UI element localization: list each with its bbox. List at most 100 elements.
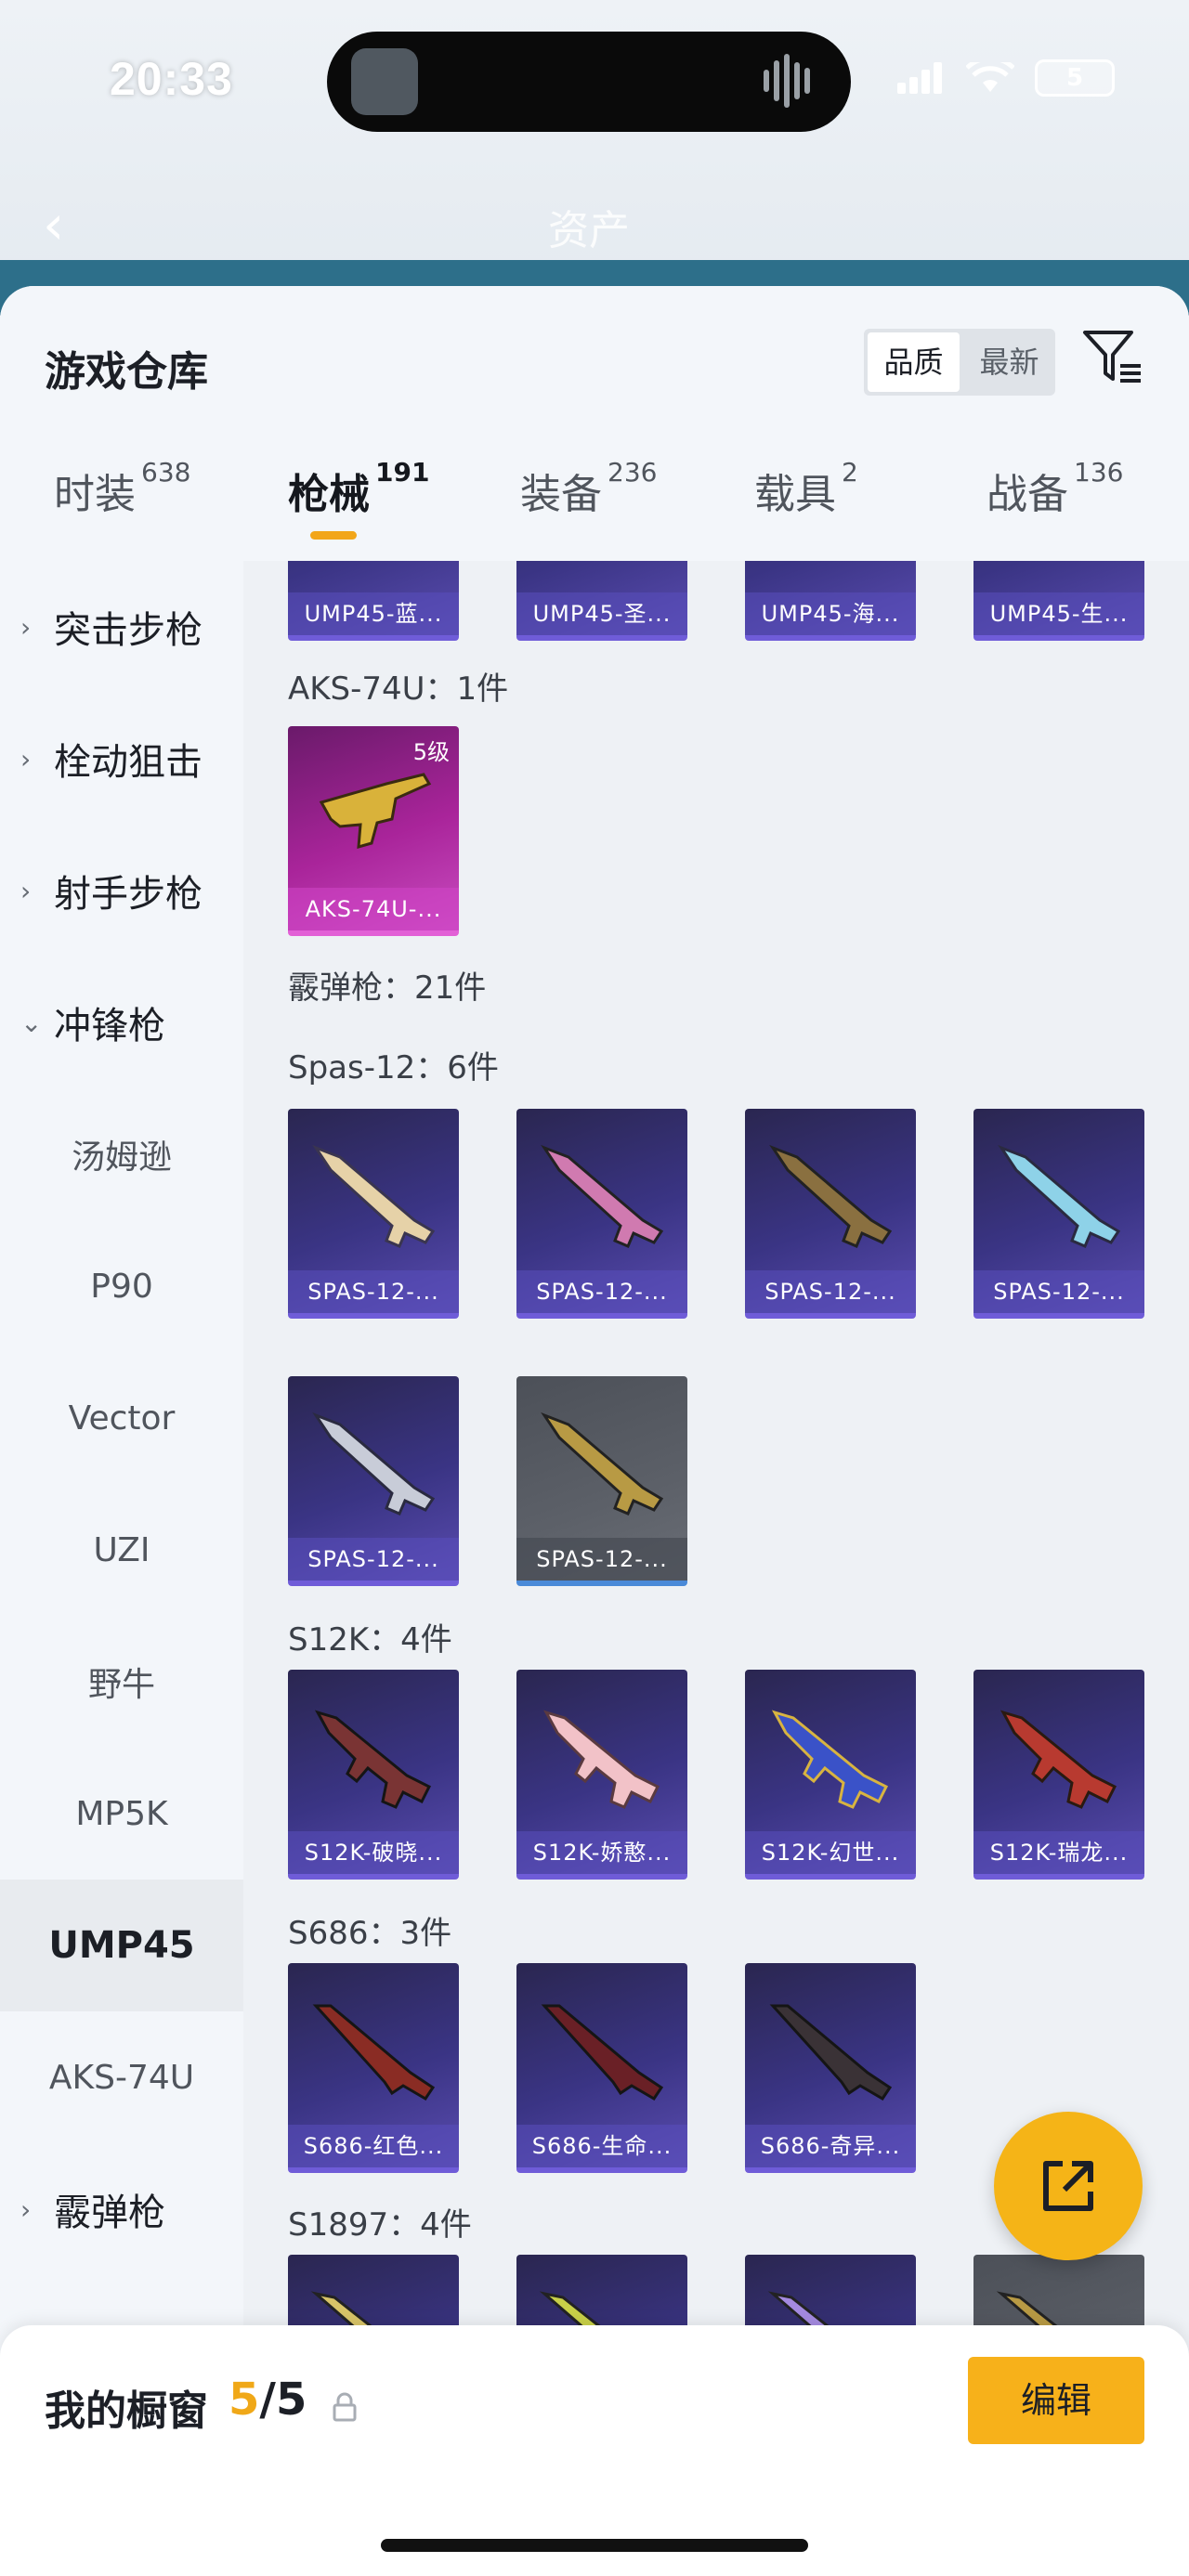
item-name: SPAS-12-... [288,1538,459,1581]
sort-toggle[interactable]: 品质 最新 [864,329,1055,396]
item-card[interactable]: SPAS-12-... [516,1109,687,1319]
status-time: 20:33 [110,53,233,105]
gun-icon [541,2004,664,2101]
sidebar-item-marksman-rifle[interactable]: › 射手步枪 [0,825,243,956]
sidebar-item-assault-rifle[interactable]: › 突击步枪 [0,561,243,693]
gun-icon [541,1144,664,1248]
gun-icon [1000,1710,1117,1809]
sort-newest-button[interactable]: 最新 [963,329,1055,396]
wifi-icon [966,62,1014,92]
section-label-s1897: S1897：4件 [288,2206,472,2244]
item-card[interactable]: SPAS-12-... [745,1109,916,1319]
tab-vehicles[interactable]: 载具 2 [754,457,858,553]
gun-icon [314,1710,432,1809]
item-card[interactable]: SPAS-12-... [973,1109,1144,1319]
item-name: S12K-幻世... [745,1831,916,1874]
tab-count: 638 [141,457,191,488]
showcase-count-total: 5 [275,2374,307,2426]
sidebar: › 突击步枪 › 栓动狙击 › 射手步枪 ⌄ 冲锋枪 汤姆逊 P90 Vector UZ… [0,561,243,2576]
home-indicator[interactable] [381,2539,808,2552]
sidebar-item-label: 射手步枪 [54,873,203,916]
gun-icon [769,1144,893,1248]
item-card[interactable]: S686-生命... [516,1963,687,2173]
item-name: SPAS-12-... [288,1270,459,1313]
page-title: 游戏仓库 [45,348,208,396]
item-card[interactable]: UMP45-海... [745,561,916,641]
item-name: UMP45-蓝... [288,592,459,635]
item-name: AKS-74U-... [288,888,459,930]
back-icon: ‹ [43,193,65,256]
tab-gear[interactable]: 战备 136 [986,457,1123,553]
item-name: UMP45-生... [973,592,1144,635]
item-card[interactable]: UMP45-生... [973,561,1144,641]
chevron-right-icon: › [20,743,32,774]
share-button[interactable] [994,2112,1143,2260]
sidebar-item-vector[interactable]: Vector [0,1352,243,1484]
item-card[interactable]: S12K-幻世... [745,1670,916,1880]
island-app-icon [351,48,418,115]
section-label-s686: S686：3件 [288,1915,452,1952]
tab-label: 时装 [54,471,136,518]
item-name: SPAS-12-... [516,1538,687,1581]
showcase-count-separator: / [259,2374,276,2426]
lock-icon [333,2392,357,2422]
sidebar-item-ump45[interactable]: UMP45 [0,1880,243,2011]
tab-label: 装备 [520,471,602,518]
battery-icon: 5 [1035,59,1115,97]
sidebar-item-bolt-sniper[interactable]: › 栓动狙击 [0,693,243,825]
edit-button[interactable]: 编辑 [968,2357,1144,2444]
item-card[interactable]: S686-奇异... [745,1963,916,2173]
tab-count: 136 [1074,457,1124,488]
sidebar-item-aks74u[interactable]: AKS-74U [0,2011,243,2143]
signal-icon [897,62,946,94]
sidebar-item-thompson[interactable]: 汤姆逊 [0,1088,243,1220]
filter-icon[interactable] [1079,325,1144,390]
sidebar-item-label: 栓动狙击 [54,741,203,784]
share-external-icon [1043,2161,1093,2211]
sidebar-item-bizon[interactable]: 野牛 [0,1616,243,1748]
gun-icon [312,2004,436,2101]
sidebar-item-shotgun[interactable]: › 霰弹枪 [0,2143,243,2275]
background-title: 资产 [548,207,630,254]
item-card[interactable]: SPAS-12-... [288,1376,459,1586]
item-name: SPAS-12-... [973,1270,1144,1313]
item-card[interactable]: S12K-破晓... [288,1670,459,1880]
item-grid: UMP45-蓝... UMP45-圣... UMP45-海... UMP45-生… [243,561,1189,2576]
item-card[interactable]: UMP45-蓝... [288,561,459,641]
sheet-header: 游戏仓库 品质 最新 时装 638 枪械 191 装备 236 载具 2 战备 136 [0,286,1189,561]
tab-equipment[interactable]: 装备 236 [520,457,657,553]
item-card[interactable]: 5级 AKS-74U-... [288,726,459,936]
showcase-count: 5/5 [229,2374,307,2426]
tab-label: 枪械 [288,471,370,518]
section-label-shotgun: 霰弹枪：21件 [288,969,487,1007]
tab-count: 236 [608,457,658,488]
gun-icon [319,773,432,850]
item-name: UMP45-海... [745,592,916,635]
sort-quality-button[interactable]: 品质 [868,332,960,392]
item-card[interactable]: SPAS-12-... [288,1109,459,1319]
item-name: S686-红色... [288,2125,459,2167]
item-name: S12K-娇憨... [516,1831,687,1874]
sidebar-item-mp5k[interactable]: MP5K [0,1748,243,1880]
sidebar-item-p90[interactable]: P90 [0,1220,243,1352]
gun-icon [312,1144,436,1248]
gun-icon [542,1710,660,1809]
tab-count: 191 [375,457,430,488]
showcase-bar: 我的橱窗 5/5 编辑 [0,2325,1189,2576]
gun-icon [771,1710,889,1809]
item-card[interactable]: UMP45-圣... [516,561,687,641]
tab-label: 战备 [986,471,1068,518]
item-card[interactable]: S12K-瑞龙... [973,1670,1144,1880]
tab-guns[interactable]: 枪械 191 [288,457,429,553]
showcase-title: 我的橱窗 [45,2387,208,2435]
item-card[interactable]: S686-红色... [288,1963,459,2173]
sidebar-item-smg[interactable]: ⌄ 冲锋枪 [0,956,243,1088]
category-tabs: 时装 638 枪械 191 装备 236 载具 2 战备 136 [0,457,1189,561]
sidebar-item-uzi[interactable]: UZI [0,1484,243,1616]
item-card[interactable]: S12K-娇憨... [516,1670,687,1880]
tab-fashion[interactable]: 时装 638 [54,457,190,553]
item-card[interactable]: SPAS-12-... [516,1376,687,1586]
item-name: S12K-瑞龙... [973,1831,1144,1874]
chevron-right-icon: › [20,875,32,906]
item-name: UMP45-圣... [516,592,687,635]
